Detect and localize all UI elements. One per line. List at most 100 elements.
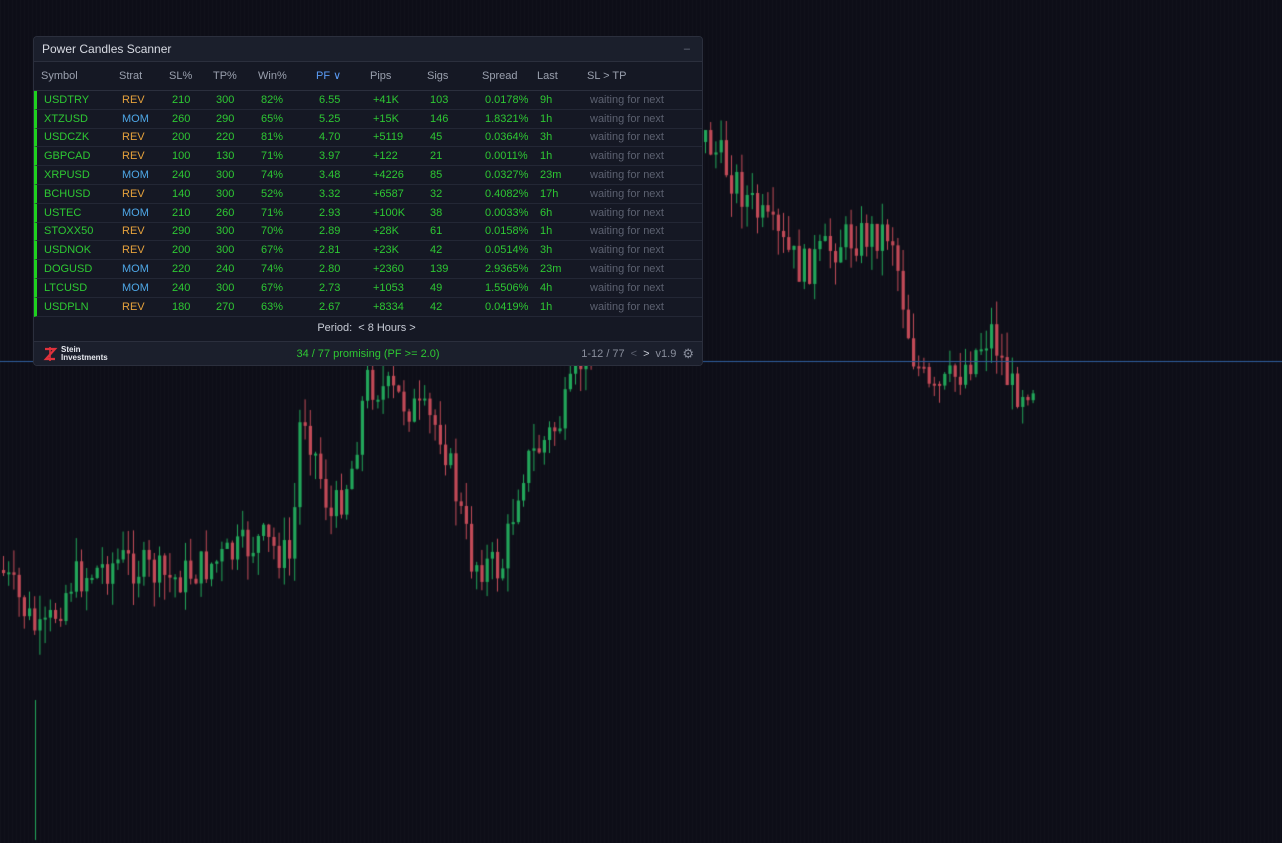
cell-last: 17h xyxy=(540,187,559,200)
version-label: v1.9 xyxy=(655,347,677,360)
column-header-win[interactable]: Win% xyxy=(258,70,316,82)
cell-last: 3h xyxy=(540,131,553,144)
cell-symbol: XTZUSD xyxy=(44,112,88,125)
period-next-button[interactable]: > xyxy=(406,322,418,334)
cell-tp: 300 xyxy=(216,225,235,238)
cell-status: waiting for next xyxy=(590,131,664,144)
cell-sigs: 32 xyxy=(430,187,443,200)
table-row[interactable]: STOXX50 REV 290 300 70% 2.89 +28K 61 0.0158% 1h wa… xyxy=(34,222,702,242)
cell-spread: 1.8321% xyxy=(485,112,529,125)
cell-win: 70% xyxy=(261,225,284,238)
cell-sl: 180 xyxy=(172,300,191,313)
stein-logo-icon xyxy=(43,346,58,361)
cell-sl: 240 xyxy=(172,281,191,294)
table-header: Symbol Strat SL% TP% Win% PF ∨ Pips Sigs… xyxy=(34,61,702,91)
cell-spread: 0.0419% xyxy=(485,300,529,313)
cell-last: 1h xyxy=(540,300,553,313)
cell-pips: +5119 xyxy=(373,131,404,144)
cell-pf: 2.89 xyxy=(319,225,341,238)
cell-pf: 3.97 xyxy=(319,150,341,163)
cell-strat: MOM xyxy=(122,169,149,182)
cell-win: 74% xyxy=(261,169,284,182)
table-row[interactable]: GBPCAD REV 100 130 71% 3.97 +122 21 0.0011% 1h wai… xyxy=(34,147,702,167)
cell-pf: 6.55 xyxy=(319,93,341,106)
period-label: Period: xyxy=(317,322,353,334)
cell-spread: 0.0033% xyxy=(485,206,529,219)
table-row[interactable]: XTZUSD MOM 260 290 65% 5.25 +15K 146 1.8321% 1h wa… xyxy=(34,109,702,129)
cell-sl: 260 xyxy=(172,112,191,125)
cell-pips: +4226 xyxy=(373,169,404,182)
column-header-sigs[interactable]: Sigs xyxy=(427,70,482,82)
column-header-sl-tp[interactable]: SL > TP xyxy=(587,70,702,82)
column-header-last[interactable]: Last xyxy=(537,70,587,82)
cell-pips: +100K xyxy=(373,206,406,219)
cell-last: 1h xyxy=(540,112,553,125)
table-row[interactable]: LTCUSD MOM 240 300 67% 2.73 +1053 49 1.5506% 4h wa… xyxy=(34,278,702,298)
table-row[interactable]: USDNOK REV 200 300 67% 2.81 +23K 42 0.0514% 3h wai… xyxy=(34,241,702,261)
table-body: USDTRY REV 210 300 82% 6.55 +41K 103 0.0178% 9h wa… xyxy=(34,91,702,317)
cell-pips: +15K xyxy=(373,112,399,125)
cell-sigs: 42 xyxy=(430,300,443,313)
cell-sigs: 38 xyxy=(430,206,443,219)
cell-last: 23m xyxy=(540,263,562,276)
table-row[interactable]: XRPUSD MOM 240 300 74% 3.48 +4226 85 0.0327% 23m w… xyxy=(34,166,702,185)
column-header-pips[interactable]: Pips xyxy=(370,70,427,82)
column-header-tp[interactable]: TP% xyxy=(213,70,258,82)
brand-name-line2: Investments xyxy=(61,352,108,362)
cell-symbol: XRPUSD xyxy=(44,169,90,182)
cell-pips: +41K xyxy=(373,93,399,106)
cell-symbol: BCHUSD xyxy=(44,187,91,200)
cell-sigs: 45 xyxy=(430,131,443,144)
minimize-button[interactable]: – xyxy=(680,43,694,55)
cell-tp: 300 xyxy=(216,281,235,294)
cell-spread: 2.9365% xyxy=(485,263,529,276)
table-row[interactable]: DOGUSD MOM 220 240 74% 2.80 +2360 139 2.9365% 23m… xyxy=(34,260,702,279)
cell-symbol: STOXX50 xyxy=(44,225,94,238)
cell-symbol: DOGUSD xyxy=(44,263,93,276)
column-header-pf[interactable]: PF ∨ xyxy=(316,69,370,82)
cell-strat: REV xyxy=(122,300,145,313)
table-row[interactable]: USTEC MOM 210 260 71% 2.93 +100K 38 0.0033% 6h wai… xyxy=(34,203,702,223)
cell-sl: 200 xyxy=(172,131,191,144)
column-header-strat[interactable]: Strat xyxy=(119,70,169,82)
cell-sigs: 21 xyxy=(430,150,443,163)
cell-strat: MOM xyxy=(122,281,149,294)
cell-pf: 2.73 xyxy=(319,281,341,294)
page-prev-button[interactable]: < xyxy=(631,348,637,360)
table-row[interactable]: USDCZK REV 200 220 81% 4.70 +5119 45 0.0364% 3h wa… xyxy=(34,128,702,148)
cell-sl: 100 xyxy=(172,150,191,163)
cell-sl: 210 xyxy=(172,93,191,106)
scanner-table: Symbol Strat SL% TP% Win% PF ∨ Pips Sigs… xyxy=(34,61,702,317)
cell-pips: +28K xyxy=(373,225,399,238)
cell-strat: REV xyxy=(122,93,145,106)
cell-sl: 200 xyxy=(172,244,191,257)
cell-status: waiting for next xyxy=(590,187,664,200)
table-row[interactable]: USDPLN REV 180 270 63% 2.67 +8334 42 0.0419% 1h wa… xyxy=(34,297,702,317)
brand-logo: Stein Investments xyxy=(42,345,108,362)
cell-symbol: USDCZK xyxy=(44,131,90,144)
cell-symbol: USTEC xyxy=(44,206,82,219)
table-row[interactable]: BCHUSD REV 140 300 52% 3.32 +6587 32 0.4082% 17h w… xyxy=(34,184,702,204)
panel-titlebar[interactable]: Power Candles Scanner – xyxy=(34,37,702,62)
cell-tp: 300 xyxy=(216,187,235,200)
cell-status: waiting for next xyxy=(590,150,664,163)
column-header-sl[interactable]: SL% xyxy=(169,70,213,82)
column-header-symbol[interactable]: Symbol xyxy=(41,70,119,82)
cell-spread: 0.0011% xyxy=(485,150,528,163)
period-prev-button[interactable]: < xyxy=(355,322,367,334)
page-next-button[interactable]: > xyxy=(643,348,649,360)
cell-tp: 220 xyxy=(216,131,235,144)
cell-win: 71% xyxy=(261,206,284,219)
column-header-spread[interactable]: Spread xyxy=(482,70,537,82)
gear-icon[interactable]: ⚙ xyxy=(682,346,694,362)
cell-symbol: USDTRY xyxy=(44,93,90,106)
cell-status: waiting for next xyxy=(590,225,664,238)
table-row[interactable]: USDTRY REV 210 300 82% 6.55 +41K 103 0.0178% 9h wa… xyxy=(34,91,702,110)
period-value: 8 Hours xyxy=(367,322,407,334)
cell-spread: 0.0327% xyxy=(485,169,529,182)
cell-strat: REV xyxy=(122,244,145,257)
cell-strat: MOM xyxy=(122,263,149,276)
cell-sl: 220 xyxy=(172,263,191,276)
cell-pf: 4.70 xyxy=(319,131,341,144)
cell-status: waiting for next xyxy=(590,169,664,182)
